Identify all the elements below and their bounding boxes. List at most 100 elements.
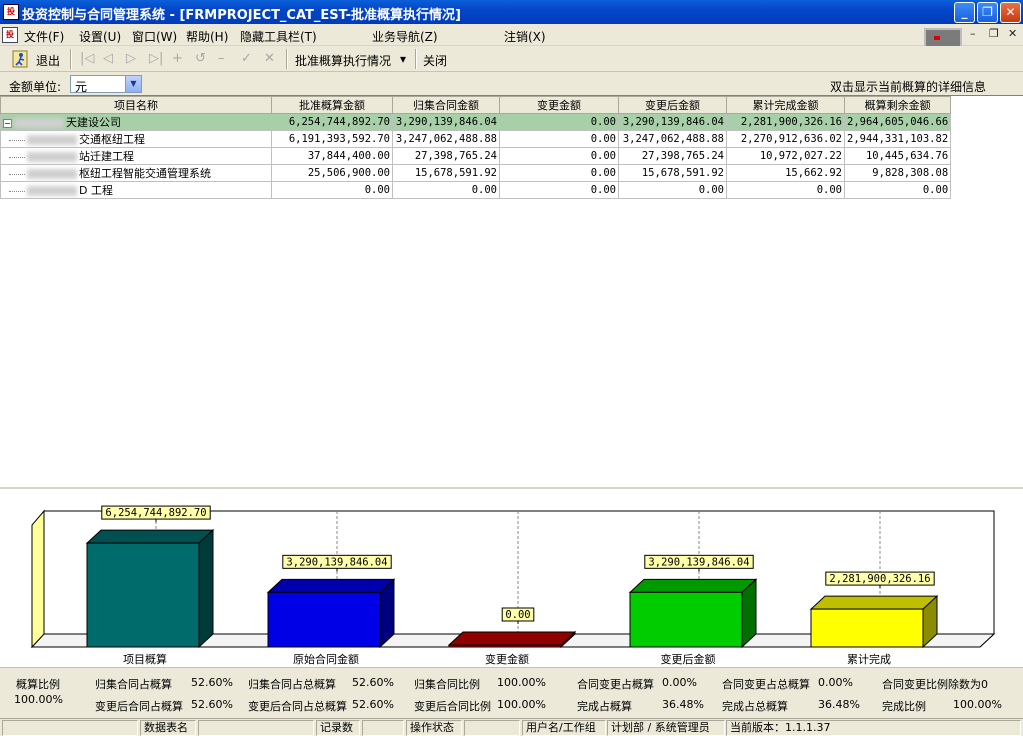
cell-value[interactable]: 3,290,139,846.04 (618, 113, 727, 131)
cell-value[interactable]: 0.00 (392, 181, 500, 199)
row-name-cell[interactable]: 交通枢纽工程 (0, 130, 272, 148)
stat-value: 100.00% (497, 698, 546, 711)
row-name-cell[interactable]: D 工程 (0, 181, 272, 199)
cell-value[interactable]: 3,247,062,488.88 (618, 130, 727, 148)
cell-value[interactable]: 0.00 (499, 164, 619, 182)
cell-value[interactable]: 9,828,308.08 (843, 164, 952, 182)
redacted-text (27, 169, 77, 179)
col-header-contract[interactable]: 归集合同金额 (392, 96, 500, 114)
cancel-icon[interactable]: ✕ (264, 51, 275, 66)
add-record-icon[interactable]: + (172, 51, 183, 66)
bar-top (447, 631, 577, 646)
cell-value[interactable]: 6,254,744,892.70 (271, 113, 393, 131)
stat-label: 合同变更比例除数为0 (882, 678, 988, 691)
row-name: D 工程 (79, 184, 113, 197)
cell-value[interactable]: 2,944,331,103.82 (843, 130, 952, 148)
close-button[interactable]: ✕ (1000, 2, 1021, 23)
bar (629, 591, 743, 648)
cell-value[interactable]: 37,844,400.00 (271, 147, 393, 165)
status-table-name (198, 720, 314, 736)
title-bar[interactable]: 投 投资控制与合同管理系统 - [FRMPROJECT_CAT_EST-批准概算… (0, 0, 1023, 24)
col-header-after-change[interactable]: 变更后金额 (618, 96, 727, 114)
menu-file[interactable]: 文件(F) (24, 28, 64, 45)
menu-bar: 投 文件(F) 设置(U) 窗口(W) 帮助(H) 隐藏工具栏(T) 业务导航(… (0, 24, 1023, 46)
category-label: 变更后金额 (661, 652, 716, 666)
table-row[interactable]: 站迁建工程 37,844,400.00 27,398,765.24 0.00 27,39… (0, 147, 952, 165)
first-record-icon[interactable]: |◁ (80, 51, 94, 66)
menu-window[interactable]: 窗口(W) (132, 28, 177, 45)
col-header-remaining[interactable]: 概算剩余金额 (843, 96, 952, 114)
data-label: 0.00 (505, 609, 530, 621)
col-header-approved[interactable]: 批准概算金额 (271, 96, 393, 114)
chevron-down-icon[interactable]: ▼ (125, 76, 141, 92)
report-menu-button[interactable]: 批准概算执行情况 (295, 52, 391, 69)
last-record-icon[interactable]: ▷| (149, 51, 163, 66)
status-op-label: 操作状态 (406, 720, 462, 736)
cell-value[interactable]: 10,445,634.76 (843, 147, 952, 165)
row-name-cell[interactable]: 枢纽工程智能交通管理系统 (0, 164, 272, 182)
cell-value[interactable]: 27,398,765.24 (618, 147, 727, 165)
app-icon[interactable]: 投 (3, 4, 19, 20)
mdi-close-icon[interactable]: ✕ (1008, 27, 1017, 40)
cell-value[interactable]: 0.00 (499, 147, 619, 165)
col-header-name[interactable]: 项目名称 (0, 96, 272, 114)
row-name: 天建设公司 (66, 116, 121, 129)
confirm-icon[interactable]: ✓ (241, 51, 252, 66)
cell-value[interactable]: 3,247,062,488.88 (392, 130, 500, 148)
cell-value[interactable]: 0.00 (618, 181, 727, 199)
cell-value[interactable]: 2,964,605,046.66 (843, 113, 952, 131)
minimize-button[interactable]: _ (954, 2, 975, 23)
col-header-completed[interactable]: 累计完成金额 (726, 96, 845, 114)
cell-value[interactable]: 0.00 (499, 181, 619, 199)
mdi-child-icon[interactable]: 投 (2, 27, 18, 43)
refresh-icon[interactable]: ↺ (195, 51, 206, 66)
cell-value[interactable]: 0.00 (499, 130, 619, 148)
cell-value[interactable]: 25,506,900.00 (271, 164, 393, 182)
cell-value[interactable]: 0.00 (499, 113, 619, 131)
cell-value[interactable]: 15,678,591.92 (618, 164, 727, 182)
menu-business-nav[interactable]: 业务导航(Z) (372, 28, 438, 45)
cell-value[interactable]: 0.00 (843, 181, 952, 199)
table-row[interactable]: 枢纽工程智能交通管理系统 25,506,900.00 15,678,591.92 0.… (0, 164, 952, 182)
budget-grid[interactable]: 项目名称 批准概算金额 归集合同金额 变更金额 变更后金额 累计完成金额 概算剩… (0, 95, 1023, 487)
cell-value[interactable]: 0.00 (271, 181, 393, 199)
cell-value[interactable]: 2,270,912,636.02 (726, 130, 845, 148)
menu-help[interactable]: 帮助(H) (186, 28, 228, 45)
cell-value[interactable]: 6,191,393,592.70 (271, 130, 393, 148)
menu-settings[interactable]: 设置(U) (79, 28, 121, 45)
tree-connector (9, 156, 25, 158)
tree-connector (9, 173, 25, 175)
exit-button[interactable]: 退出 (36, 52, 60, 69)
cell-value[interactable]: 27,398,765.24 (392, 147, 500, 165)
cell-value[interactable]: 0.00 (726, 181, 845, 199)
menu-hide-toolbar[interactable]: 隐藏工具栏(T) (240, 28, 317, 45)
cell-value[interactable]: 10,972,027.22 (726, 147, 845, 165)
stat-label: 完成占总概算 (722, 700, 788, 713)
delete-record-icon[interactable]: – (218, 51, 225, 66)
table-row[interactable]: 交通枢纽工程 6,191,393,592.70 3,247,062,488.88 0.… (0, 130, 952, 148)
prev-record-icon[interactable]: ◁ (103, 51, 113, 66)
menu-logout[interactable]: 注销(X) (504, 28, 546, 45)
bar-top (809, 595, 939, 610)
stat-label: 归集合同比例 (414, 678, 480, 691)
cell-value[interactable]: 2,281,900,326.16 (726, 113, 845, 131)
close-form-button[interactable]: 关闭 (423, 52, 447, 69)
report-dropdown-icon[interactable]: ▾ (400, 52, 406, 66)
table-row[interactable]: D 工程 0.00 0.00 0.00 0.00 0.00 0.00 (0, 181, 952, 199)
exit-icon[interactable] (12, 50, 28, 68)
unit-select[interactable]: 元 ▼ (70, 75, 142, 94)
row-name-cell[interactable]: 站迁建工程 (0, 147, 272, 165)
row-name-cell[interactable]: − 天建设公司 (0, 113, 272, 131)
mdi-minimize-icon[interactable]: – (970, 27, 976, 40)
table-row[interactable]: − 天建设公司 6,254,744,892.70 3,290,139,846.04 0.… (0, 113, 952, 131)
next-record-icon[interactable]: ▷ (126, 51, 136, 66)
cell-value[interactable]: 15,662.92 (726, 164, 845, 182)
cell-value[interactable]: 3,290,139,846.04 (392, 113, 500, 131)
unit-label: 金额单位: (9, 80, 62, 94)
mdi-restore-icon[interactable]: ❐ (989, 27, 999, 40)
col-header-change[interactable]: 变更金额 (499, 96, 619, 114)
stat-value: 52.60% (191, 698, 233, 711)
restore-button[interactable]: ❐ (977, 2, 998, 23)
collapse-icon[interactable]: − (3, 118, 12, 128)
cell-value[interactable]: 15,678,591.92 (392, 164, 500, 182)
